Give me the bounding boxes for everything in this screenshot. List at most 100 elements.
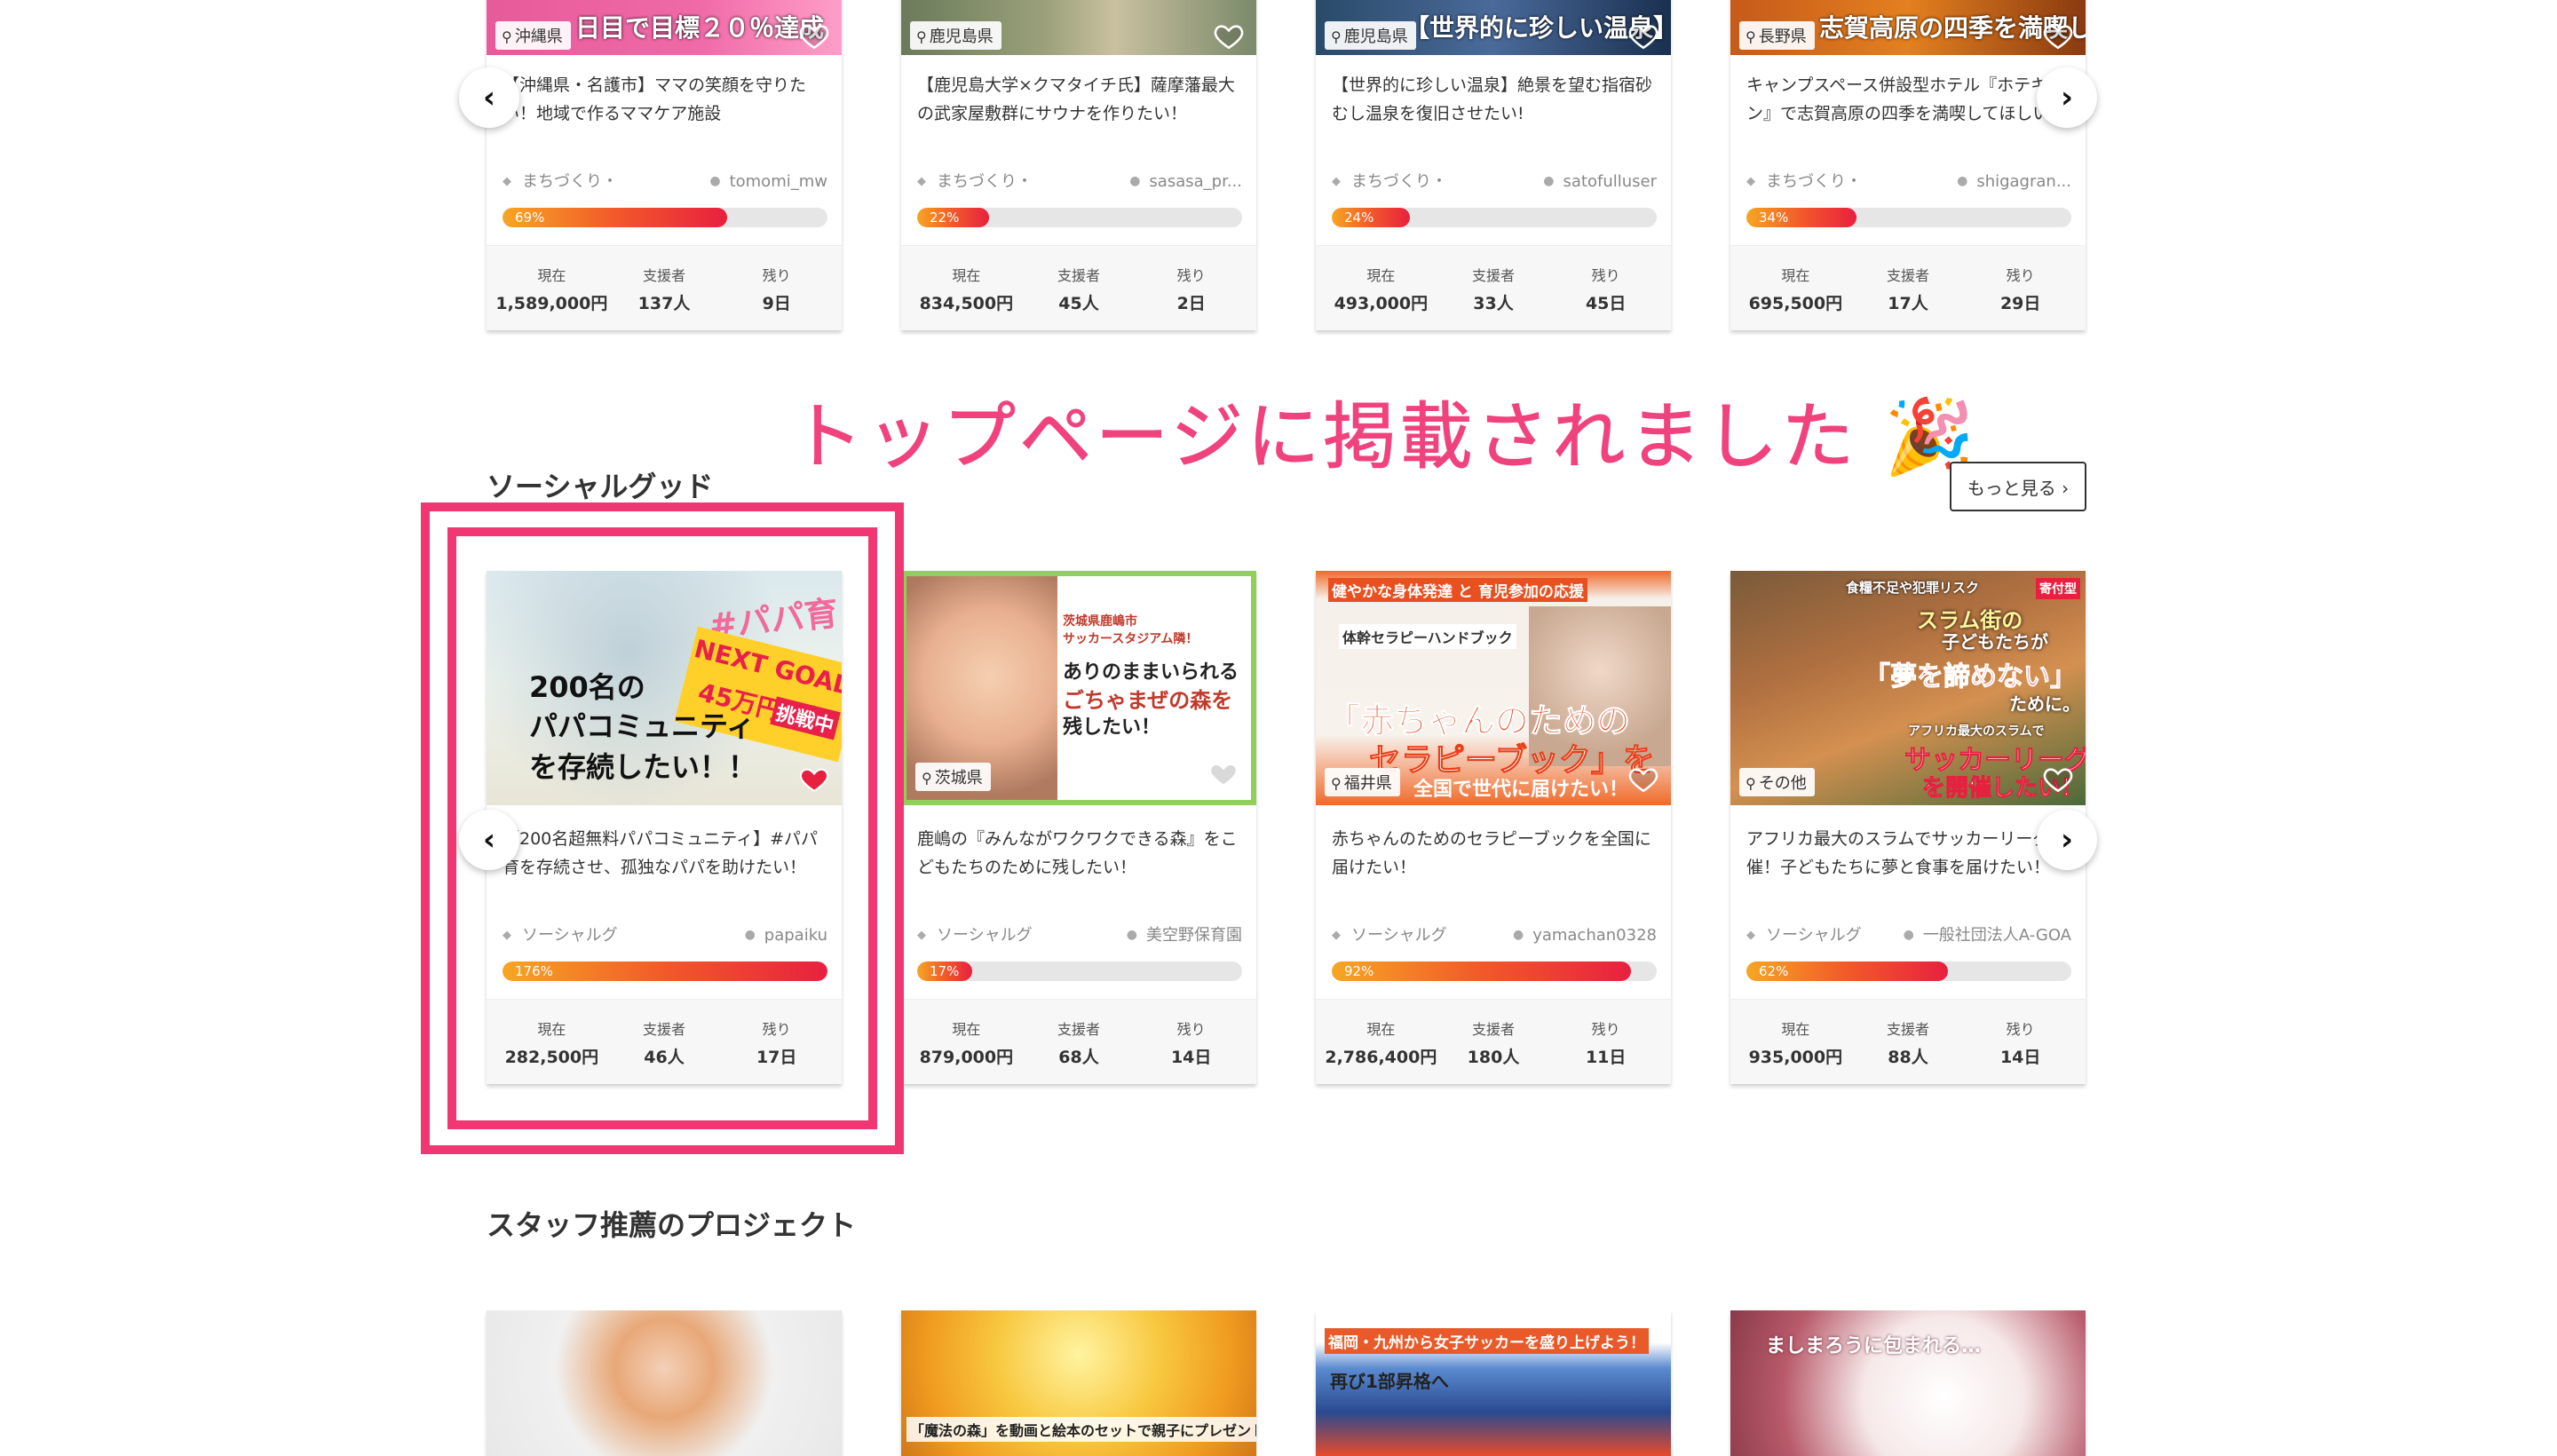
carousel-next-button-social[interactable]: › — [2037, 810, 2097, 870]
project-stats: 現在 834,500円 支援者 45人 残り 2日 — [901, 245, 1256, 330]
project-image[interactable]: 【世界的に珍しい温泉】 鹿児島県 — [1316, 0, 1671, 55]
project-image[interactable]: 志賀高原の四季を満喫してほしい 長野県 — [1730, 0, 2086, 55]
project-image[interactable]: 日目で目標２０％達成 沖縄県 — [487, 0, 842, 55]
image-caption: 福岡・九州から女子サッカーを盛り上げよう！ — [1325, 1328, 1649, 1354]
project-title[interactable]: 【世界的に珍しい温泉】絶景を望む指宿砂むし温泉を復旧させたい! — [1316, 55, 1671, 169]
carousel-next-button[interactable]: › — [2037, 67, 2097, 128]
project-card[interactable]: 茨城県鹿嶋市 サッカースタジアム隣！ ありのままいられる ごちゃまぜの森を 残し… — [901, 571, 1256, 1084]
project-title[interactable]: 【鹿児島大学×クマタイチ氏】薩摩藩最大の武家屋敷群にサウナを作りたい！ — [901, 55, 1256, 169]
project-card[interactable]: 「魔法の森」を動画と絵本のセットで親子にプレゼントしたい！！ — [901, 1310, 1256, 1456]
stat-label: 現在 — [537, 267, 566, 284]
favorite-heart-icon[interactable] — [799, 21, 829, 51]
favorite-heart-icon[interactable] — [2043, 764, 2073, 795]
project-card[interactable]: 福岡・九州から女子サッカーを盛り上げよう！ 再び1部昇格へ — [1316, 1310, 1671, 1456]
project-image[interactable]: 福岡・九州から女子サッカーを盛り上げよう！ 再び1部昇格へ — [1316, 1310, 1671, 1456]
project-card[interactable]: 鹿児島県 【鹿児島大学×クマタイチ氏】薩摩藩最大の武家屋敷群にサウナを作りたい！… — [901, 0, 1256, 330]
owner-name[interactable]: yamachan0328 — [1513, 922, 1657, 949]
stat-remaining: 残り 29日 — [1964, 246, 2077, 330]
project-title[interactable]: キャンプスペース併設型ホテル『ホテキャン』で志賀高原の四季を満喫してほしい！ — [1730, 55, 2086, 169]
stat-backers: 支援者 180人 — [1437, 1000, 1550, 1084]
stat-current: 現在 493,000円 — [1325, 246, 1437, 330]
owner-name[interactable]: tomomi_mw — [709, 169, 827, 195]
project-image[interactable] — [487, 1310, 842, 1456]
category-label[interactable]: ソーシャルグ — [1746, 922, 1862, 949]
owner-name[interactable]: satofulluser — [1543, 169, 1658, 195]
carousel-prev-button[interactable]: ‹ — [459, 67, 519, 128]
more-button[interactable]: もっと見る › — [1950, 462, 2086, 511]
project-title[interactable]: 【沖縄県・名護市】ママの笑顔を守りたい！地域で作るママケア施設 — [487, 55, 842, 169]
stat-value: 45日 — [1585, 294, 1627, 313]
project-stats: 現在 1,589,000円 支援者 137人 残り 9日 — [487, 245, 842, 330]
category-label[interactable]: まちづくり・ — [503, 169, 618, 195]
stat-label: 支援者 — [643, 267, 686, 284]
project-image[interactable]: ましまろうに包まれる… — [1730, 1310, 2086, 1456]
stat-remaining: 残り 2日 — [1135, 246, 1247, 330]
owner-name[interactable]: 一般社団法人A-GOA — [1904, 922, 2071, 949]
project-image[interactable]: 健やかな身体発達 と 育児参加の応援 体幹セラピーハンドブック 「赤ちゃんのため… — [1316, 571, 1671, 805]
progress-bar: 62% — [1746, 961, 2071, 981]
favorite-heart-icon[interactable] — [1628, 21, 1658, 51]
stat-backers: 支援者 17人 — [1852, 246, 1965, 330]
stat-value: 88人 — [1888, 1048, 1928, 1067]
project-title[interactable]: 赤ちゃんのためのセラピーブックを全国に届けたい！ — [1316, 805, 1671, 922]
owner-name[interactable]: shigagran... — [1957, 169, 2071, 195]
location-badge: 鹿児島県 — [1325, 21, 1416, 50]
location-badge: 沖縄県 — [495, 21, 571, 50]
project-meta: ソーシャルグ 美空野保育園 — [901, 922, 1256, 949]
stat-backers: 支援者 33人 — [1437, 246, 1550, 330]
stat-value: 29日 — [1999, 294, 2041, 313]
progress-bar: 92% — [1332, 961, 1657, 981]
stat-remaining: 残り 45日 — [1549, 246, 1662, 330]
stat-label: 現在 — [952, 267, 981, 284]
category-label[interactable]: まちづくり・ — [1746, 169, 1862, 195]
stat-label: 現在 — [1366, 267, 1396, 284]
project-image[interactable]: 茨城県鹿嶋市 サッカースタジアム隣！ ありのままいられる ごちゃまぜの森を 残し… — [901, 571, 1256, 805]
progress-bar: 24% — [1332, 208, 1657, 227]
project-title[interactable]: 鹿嶋の『みんながワクワクできる森』をこどもたちのために残したい！ — [901, 805, 1256, 922]
project-card[interactable]: ましまろうに包まれる… — [1730, 1310, 2086, 1456]
owner-name[interactable]: sasasa_pr... — [1129, 169, 1242, 195]
stat-value: 695,500円 — [1748, 294, 1843, 313]
progress-percent: 17% — [930, 963, 960, 979]
project-card[interactable]: 志賀高原の四季を満喫してほしい 長野県 キャンプスペース併設型ホテル『ホテキャン… — [1730, 0, 2086, 330]
favorite-heart-icon[interactable] — [1208, 759, 1239, 789]
favorite-heart-icon[interactable] — [1628, 764, 1658, 795]
project-image[interactable]: 「魔法の森」を動画と絵本のセットで親子にプレゼントしたい！！ — [901, 1310, 1256, 1456]
favorite-heart-icon[interactable] — [2043, 21, 2073, 51]
section-title-social-good: ソーシャルグッド — [487, 470, 714, 503]
stat-value: 180人 — [1467, 1048, 1520, 1067]
project-image[interactable]: 食糧不足や犯罪リスク 寄付型 スラム街の 子どもたちが 「夢を諦めない」 ために… — [1730, 571, 2086, 805]
project-card[interactable] — [487, 1310, 842, 1456]
project-image[interactable]: 鹿児島県 — [901, 0, 1256, 55]
stat-value: 17人 — [1888, 294, 1928, 313]
stat-label: 支援者 — [1887, 267, 1930, 284]
project-title[interactable]: アフリカ最大のスラムでサッカーリーグ開催！子どもたちに夢と食事を届けたい！ — [1730, 805, 2086, 922]
stat-backers: 支援者 137人 — [608, 246, 721, 330]
owner-name[interactable]: 美空野保育園 — [1127, 922, 1242, 949]
project-card[interactable]: 【世界的に珍しい温泉】 鹿児島県 【世界的に珍しい温泉】絶景を望む指宿砂むし温泉… — [1316, 0, 1671, 330]
progress-bar: 34% — [1746, 208, 2071, 227]
stat-value: 11日 — [1585, 1048, 1627, 1067]
category-label[interactable]: まちづくり・ — [1332, 169, 1447, 195]
stat-label: 残り — [762, 267, 791, 284]
project-card[interactable]: 健やかな身体発達 と 育児参加の応援 体幹セラピーハンドブック 「赤ちゃんのため… — [1316, 571, 1671, 1084]
location-badge: 長野県 — [1739, 21, 1815, 50]
image-banner-text: 日目で目標２０％達成 — [575, 13, 825, 43]
category-label[interactable]: まちづくり・ — [917, 169, 1033, 195]
location-badge: 福井県 — [1325, 768, 1400, 796]
image-line: 残したい！ — [1063, 716, 1161, 739]
project-card[interactable]: 食糧不足や犯罪リスク 寄付型 スラム街の 子どもたちが 「夢を諦めない」 ために… — [1730, 571, 2086, 1084]
project-card[interactable]: 日目で目標２０％達成 沖縄県 【沖縄県・名護市】ママの笑顔を守りたい！地域で作る… — [487, 0, 842, 330]
stat-value: 834,500円 — [919, 294, 1014, 313]
favorite-heart-icon[interactable] — [1214, 21, 1244, 51]
project-stats: 現在 879,000円 支援者 68人 残り 14日 — [901, 999, 1256, 1084]
category-label[interactable]: ソーシャルグ — [1332, 922, 1447, 949]
stat-current: 現在 2,786,400円 — [1325, 1000, 1437, 1084]
project-meta: ソーシャルグ yamachan0328 — [1316, 922, 1671, 949]
progress-percent: 22% — [930, 210, 960, 226]
category-label[interactable]: ソーシャルグ — [917, 922, 1033, 949]
stat-current: 現在 834,500円 — [910, 246, 1023, 330]
stat-label: 現在 — [1781, 1021, 1810, 1038]
project-stats: 現在 493,000円 支援者 33人 残り 45日 — [1316, 245, 1671, 330]
progress-bar: 17% — [917, 961, 1242, 981]
